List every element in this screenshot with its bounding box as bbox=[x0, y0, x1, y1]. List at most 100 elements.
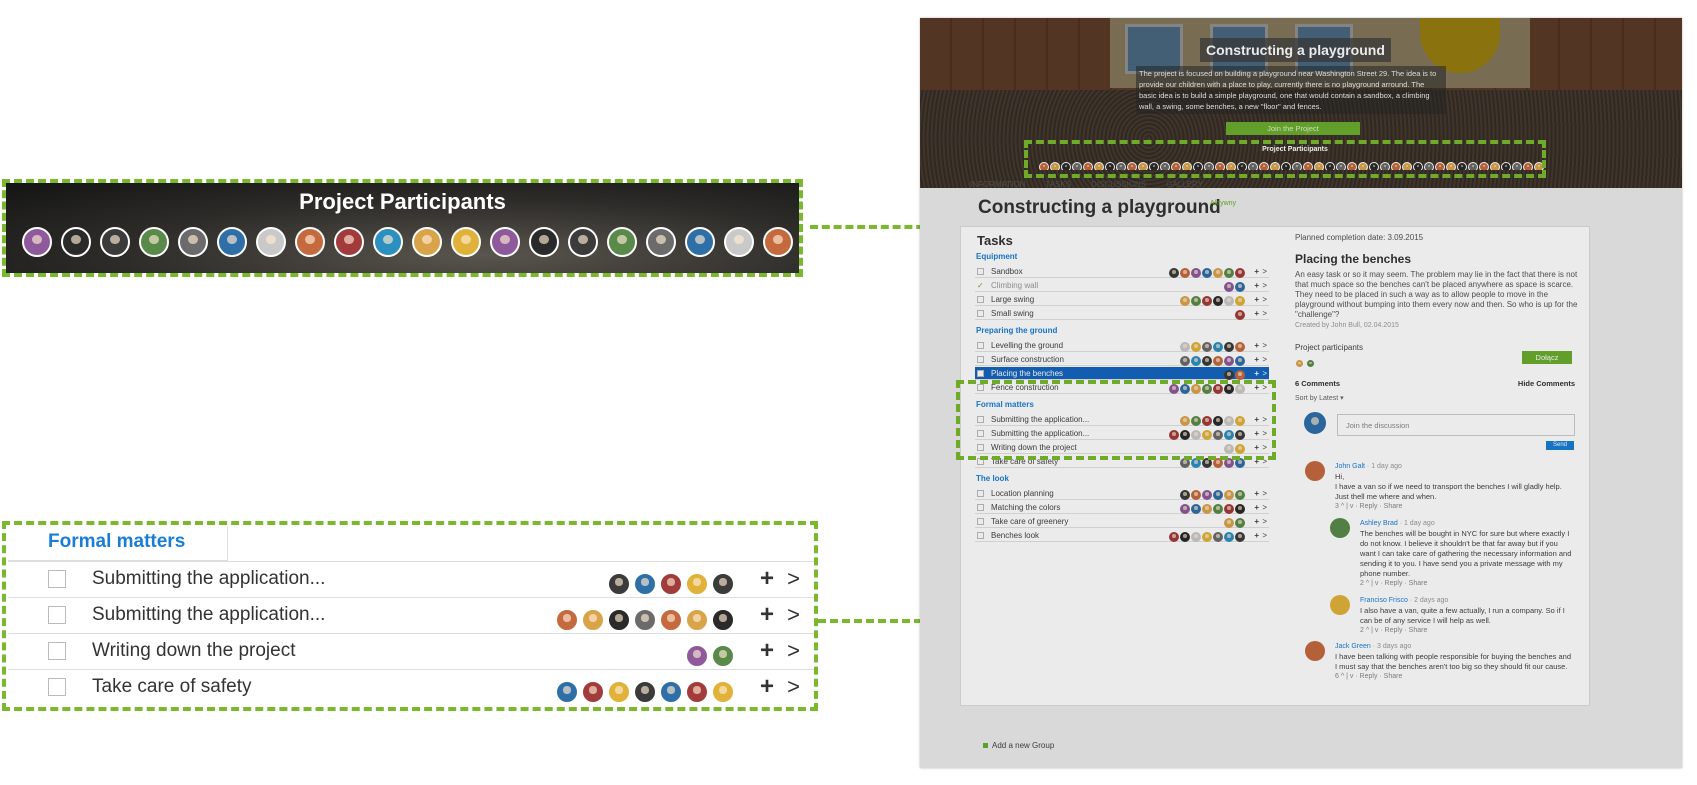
task-checkbox[interactable] bbox=[977, 490, 984, 497]
open-task-icon[interactable]: > bbox=[1262, 307, 1267, 320]
join-project-button[interactable]: Join the Project bbox=[1226, 122, 1360, 135]
avatar bbox=[1202, 267, 1212, 278]
add-task-icon[interactable]: + bbox=[1254, 487, 1259, 500]
formal-zoom-row[interactable]: Take care of safety + > bbox=[8, 669, 814, 705]
tab-gallery[interactable]: GALLERY bbox=[1166, 180, 1203, 189]
open-task-icon[interactable]: > bbox=[1262, 339, 1267, 352]
join-task-button[interactable]: Dołącz bbox=[1522, 351, 1572, 364]
add-task-icon[interactable]: + bbox=[1254, 515, 1259, 528]
add-task-icon[interactable]: + bbox=[1254, 307, 1259, 320]
formal-zoom-open-icon[interactable]: > bbox=[787, 598, 800, 632]
add-group-button[interactable]: Add a new Group bbox=[983, 741, 1054, 750]
formal-zoom-checkbox[interactable] bbox=[48, 642, 66, 660]
comment-actions[interactable]: 3 ^ | v · Reply · Share bbox=[1335, 502, 1575, 512]
open-task-icon[interactable]: > bbox=[1262, 501, 1267, 514]
participants-zoom-panel: Project Participants bbox=[6, 183, 799, 273]
comment-author[interactable]: Franciso Frisco bbox=[1360, 597, 1408, 604]
avatar bbox=[1213, 503, 1223, 514]
formal-zoom-open-icon[interactable]: > bbox=[787, 562, 800, 596]
formal-zoom-row[interactable]: Submitting the application... + > bbox=[8, 561, 814, 597]
add-task-icon[interactable]: + bbox=[1254, 279, 1259, 292]
add-task-icon[interactable]: + bbox=[1254, 353, 1259, 366]
group-heading[interactable]: The look bbox=[976, 474, 1009, 483]
open-task-icon[interactable]: > bbox=[1262, 529, 1267, 542]
avatar bbox=[1235, 281, 1245, 292]
task-checkbox[interactable] bbox=[977, 342, 984, 349]
add-task-icon[interactable]: + bbox=[1254, 367, 1259, 380]
formal-zoom-checkbox[interactable] bbox=[48, 606, 66, 624]
open-task-icon[interactable]: > bbox=[1262, 353, 1267, 366]
formal-zoom-add-icon[interactable]: + bbox=[760, 670, 774, 704]
task-row[interactable]: Large swing + > bbox=[975, 293, 1269, 306]
task-checkbox[interactable] bbox=[977, 518, 984, 525]
hero-description: The project is focused on building a pla… bbox=[1136, 66, 1446, 114]
task-avatars bbox=[1179, 488, 1245, 501]
comment-author[interactable]: Jack Green bbox=[1335, 643, 1371, 650]
add-task-icon[interactable]: + bbox=[1254, 265, 1259, 278]
task-checkbox[interactable] bbox=[977, 504, 984, 511]
comment-author[interactable]: John Galt bbox=[1335, 463, 1365, 470]
add-task-icon[interactable]: + bbox=[1254, 501, 1259, 514]
sort-dropdown[interactable]: Sort by Latest ▾ bbox=[1295, 394, 1344, 402]
open-task-icon[interactable]: > bbox=[1262, 279, 1267, 292]
add-task-icon[interactable]: + bbox=[1254, 529, 1259, 542]
task-checkbox[interactable] bbox=[977, 268, 984, 275]
avatar bbox=[1224, 355, 1234, 366]
task-label: Climbing wall bbox=[991, 281, 1039, 290]
avatar bbox=[634, 572, 656, 595]
formal-zoom-row[interactable]: Writing down the project + > bbox=[8, 633, 814, 669]
formal-zoom-open-icon[interactable]: > bbox=[787, 634, 800, 668]
formal-zoom-row[interactable]: Submitting the application... + > bbox=[8, 597, 814, 633]
task-row[interactable]: Levelling the ground + > bbox=[975, 339, 1269, 352]
add-task-icon[interactable]: + bbox=[1254, 339, 1259, 352]
task-row[interactable]: Surface construction + > bbox=[975, 353, 1269, 366]
task-row[interactable]: Small swing + > bbox=[975, 307, 1269, 320]
comment-input[interactable]: Join the discussion bbox=[1337, 414, 1575, 436]
avatar bbox=[1295, 359, 1304, 369]
tab-information[interactable]: INFORMATION bbox=[970, 180, 1025, 189]
open-task-icon[interactable]: > bbox=[1262, 487, 1267, 500]
comment-actions[interactable]: 2 ^ | v · Reply · Share bbox=[1360, 579, 1575, 589]
formal-zoom-checkbox[interactable] bbox=[48, 570, 66, 588]
formal-zoom-add-icon[interactable]: + bbox=[760, 634, 774, 668]
open-task-icon[interactable]: > bbox=[1262, 265, 1267, 278]
task-row[interactable]: Placing the benches + > bbox=[975, 367, 1269, 380]
add-task-icon[interactable]: + bbox=[1254, 293, 1259, 306]
avatar bbox=[451, 227, 481, 257]
comment-author[interactable]: Ashley Brad bbox=[1360, 520, 1398, 527]
task-checkbox[interactable]: ✓ bbox=[977, 279, 984, 290]
formal-zoom-checkbox[interactable] bbox=[48, 678, 66, 696]
task-checkbox[interactable] bbox=[977, 310, 984, 317]
tab-discussions[interactable]: DISCUSSIONS bbox=[1091, 180, 1146, 189]
task-checkbox[interactable] bbox=[977, 532, 984, 539]
formal-matters-zoom-tab[interactable]: Formal matters bbox=[8, 527, 228, 561]
task-label: Location planning bbox=[991, 489, 1054, 498]
task-row[interactable]: ✓ Climbing wall + > bbox=[975, 279, 1269, 292]
task-checkbox[interactable] bbox=[977, 370, 984, 377]
open-task-icon[interactable]: > bbox=[1262, 515, 1267, 528]
group-heading[interactable]: Equipment bbox=[976, 252, 1017, 261]
open-task-icon[interactable]: > bbox=[1262, 293, 1267, 306]
task-row[interactable]: Location planning + > bbox=[975, 487, 1269, 500]
comment-avatar bbox=[1305, 461, 1325, 481]
comment-actions[interactable]: 2 ^ | v · Reply · Share bbox=[1360, 626, 1575, 636]
task-row[interactable]: Matching the colors + > bbox=[975, 501, 1269, 514]
avatar bbox=[556, 608, 578, 631]
task-checkbox[interactable] bbox=[977, 356, 984, 363]
comment-actions[interactable]: 6 ^ | v · Reply · Share bbox=[1335, 672, 1575, 682]
send-button[interactable]: Send bbox=[1546, 441, 1574, 450]
formal-zoom-add-icon[interactable]: + bbox=[760, 562, 774, 596]
task-row[interactable]: Benches look + > bbox=[975, 529, 1269, 542]
formal-zoom-open-icon[interactable]: > bbox=[787, 670, 800, 704]
formal-zoom-add-icon[interactable]: + bbox=[760, 598, 774, 632]
comment-avatar bbox=[1330, 518, 1350, 538]
open-task-icon[interactable]: > bbox=[1262, 367, 1267, 380]
task-checkbox[interactable] bbox=[977, 296, 984, 303]
avatar bbox=[1235, 489, 1245, 500]
task-row[interactable]: Take care of greenery + > bbox=[975, 515, 1269, 528]
avatar bbox=[660, 680, 682, 703]
tab-tasks[interactable]: TASKS bbox=[1045, 180, 1071, 189]
group-heading[interactable]: Preparing the ground bbox=[976, 326, 1057, 335]
task-row[interactable]: Sandbox + > bbox=[975, 265, 1269, 278]
hide-comments-link[interactable]: Hide Comments bbox=[1518, 379, 1575, 388]
